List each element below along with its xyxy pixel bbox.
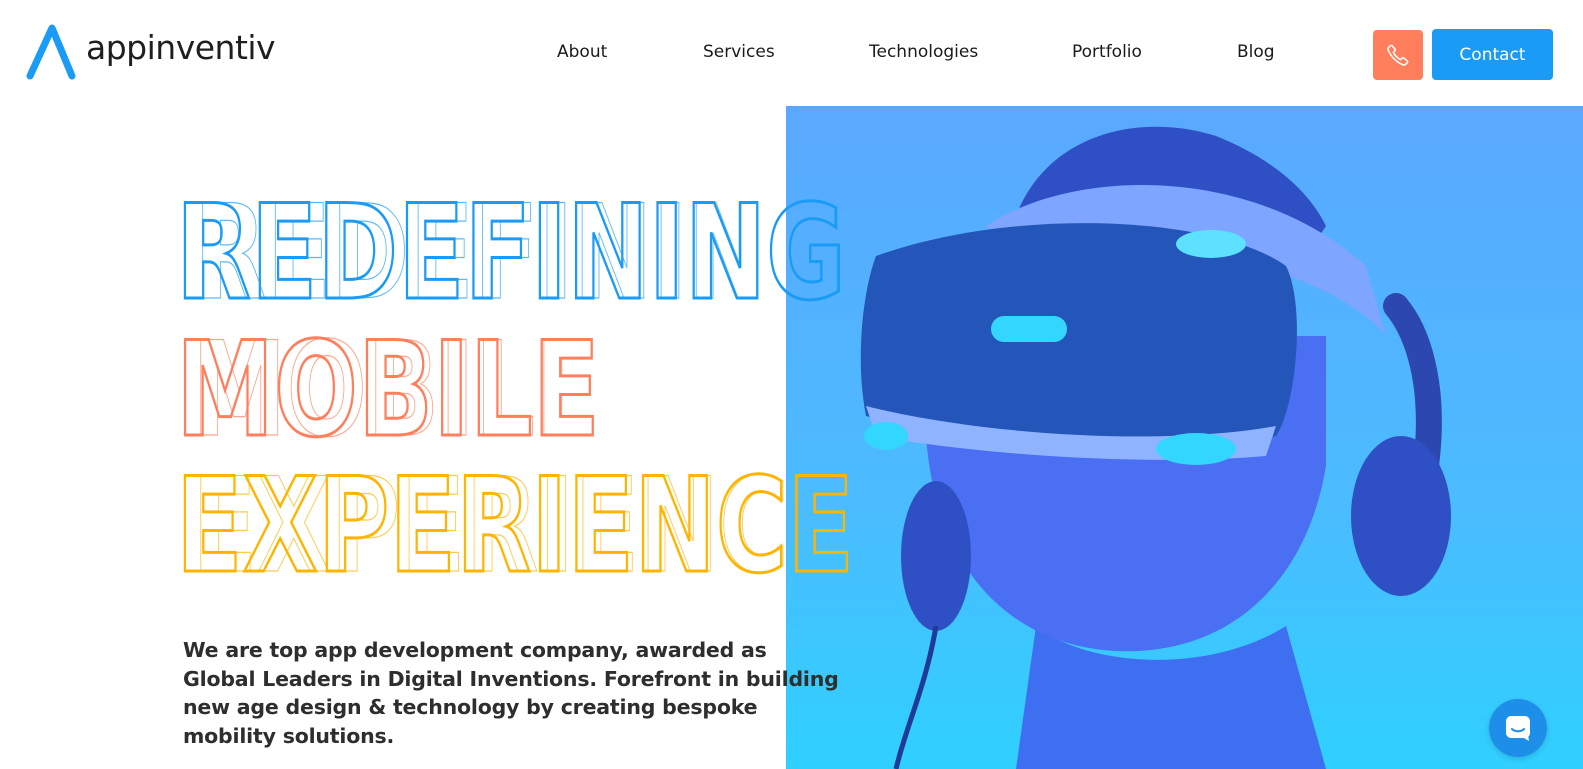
brand-name: appinventiv [86, 27, 276, 67]
chat-launcher-button[interactable] [1489, 699, 1547, 757]
nav-item-about[interactable]: About [557, 42, 607, 62]
hero-image [786, 106, 1583, 769]
site-header: appinventiv About Services Technologies … [0, 0, 1583, 106]
chat-icon [1506, 716, 1530, 741]
vr-person-illustration [786, 106, 1583, 769]
phone-icon [1387, 44, 1409, 66]
contact-button[interactable]: Contact [1432, 29, 1553, 80]
phone-button[interactable] [1373, 30, 1423, 80]
nav-item-portfolio[interactable]: Portfolio [1072, 42, 1142, 62]
headline-line-2-shadow: MOBILE [192, 313, 600, 466]
brand-logo[interactable]: appinventiv [26, 22, 276, 80]
nav-item-technologies[interactable]: Technologies [869, 42, 978, 62]
nav-item-services[interactable]: Services [703, 42, 775, 62]
nav-item-blog[interactable]: Blog [1237, 42, 1275, 62]
logo-mark-icon [26, 24, 76, 80]
headline-line-3-shadow: EXPERIENCE [192, 449, 854, 600]
headline-line-1-shadow: REDEFINING [194, 176, 844, 329]
hero-tagline: We are top app development company, awar… [183, 638, 839, 748]
